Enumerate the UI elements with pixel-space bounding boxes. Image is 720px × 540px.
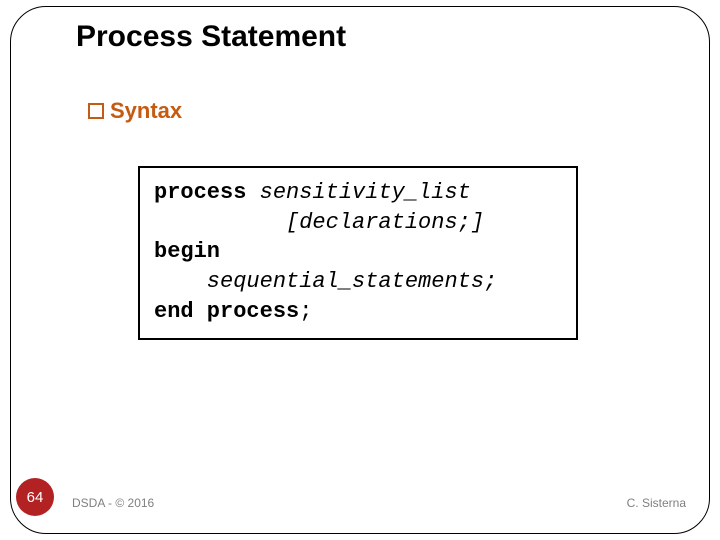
code-line-1: process sensitivity_list (154, 178, 562, 208)
syntax-code-box: process sensitivity_list [declarations;]… (138, 166, 578, 340)
code-semicolon: ; (299, 299, 312, 324)
code-kw-end: end process (154, 299, 299, 324)
code-line-3: begin (154, 237, 562, 267)
page-title: Process Statement (76, 20, 346, 54)
code-line-4: sequential_statements; (154, 267, 562, 297)
footer-right: C. Sisterna (627, 496, 686, 510)
page-number-badge: 64 (16, 478, 54, 516)
syntax-bullet-row: Syntax (88, 98, 182, 124)
code-line-2: [declarations;] (154, 208, 562, 238)
syntax-label: Syntax (110, 98, 182, 124)
footer-left: DSDA - © 2016 (72, 496, 154, 510)
code-line-5: end process; (154, 297, 562, 327)
code-kw-process: process (154, 180, 260, 205)
square-bullet-icon (88, 103, 104, 119)
code-italic-sensitivity: sensitivity_list (260, 180, 471, 205)
